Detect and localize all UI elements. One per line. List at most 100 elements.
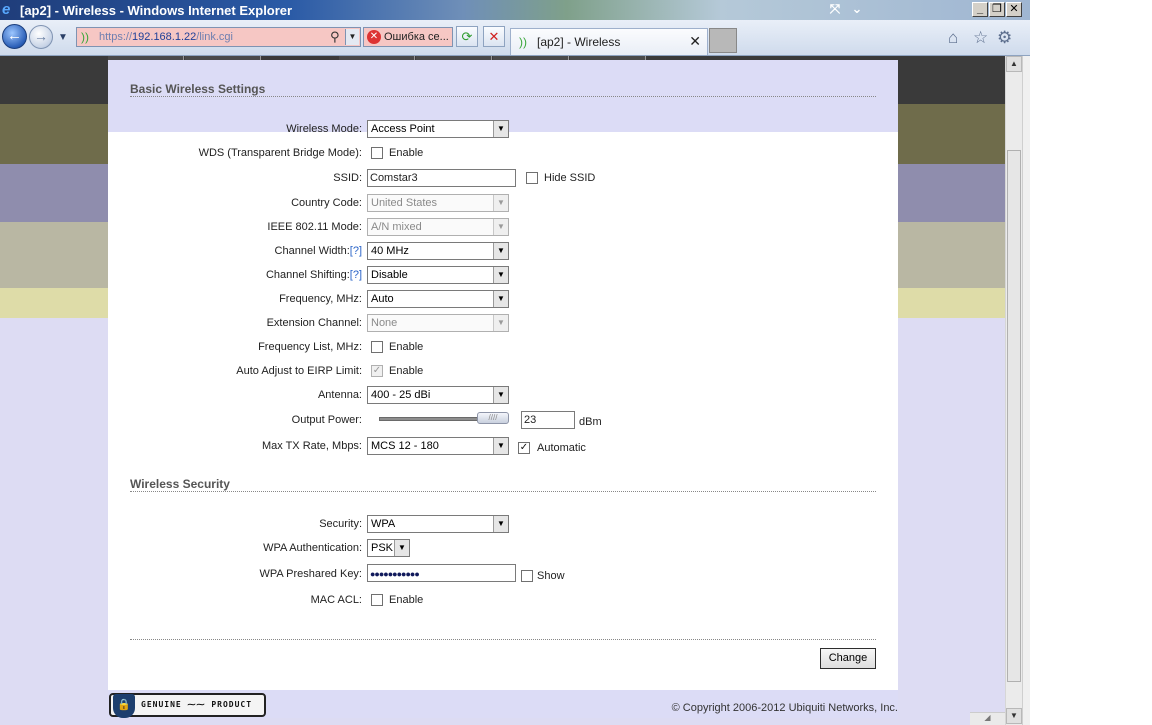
stop-button[interactable]: ✕ bbox=[483, 26, 505, 47]
wpa-authentication-select[interactable]: PSK ▼ bbox=[367, 539, 410, 557]
wds-label: WDS (Transparent Bridge Mode): bbox=[198, 147, 362, 159]
settings-panel: Basic Wireless Settings Wireless Mode: A… bbox=[108, 60, 898, 690]
minimize-button[interactable]: _ bbox=[972, 2, 988, 17]
genuine-product-badge: 🔒 GENUINE ⁓⁓ PRODUCT bbox=[109, 693, 266, 718]
window-title: [ap2] - Wireless - Windows Internet Expl… bbox=[20, 3, 293, 18]
wds-option-label: Enable bbox=[389, 147, 424, 159]
output-power-slider-handle[interactable]: //// bbox=[477, 412, 509, 424]
frequency-list-checkbox[interactable] bbox=[371, 341, 383, 353]
ieee-mode-select: A/N mixed ▼ bbox=[367, 218, 509, 236]
section-title-security: Wireless Security bbox=[130, 477, 230, 491]
chevron-down-icon: ▼ bbox=[493, 243, 508, 259]
wpa-key-input[interactable]: ●●●●●●●●●●● bbox=[367, 564, 516, 582]
hide-ssid-checkbox[interactable] bbox=[526, 172, 538, 184]
chevron-down-icon: ▼ bbox=[493, 195, 508, 211]
max-tx-rate-select[interactable]: MCS 12 - 180 ▼ bbox=[367, 437, 509, 455]
frequency-select[interactable]: Auto ▼ bbox=[367, 290, 509, 308]
wpa-authentication-label: WPA Authentication: bbox=[263, 542, 362, 554]
resize-grip-icon[interactable]: ◢ bbox=[970, 712, 1005, 725]
channel-shifting-help-link[interactable]: [?] bbox=[350, 269, 362, 281]
chevron-down-icon: ▼ bbox=[394, 540, 409, 556]
genuine-product-text: GENUINE ⁓⁓ PRODUCT bbox=[141, 700, 253, 709]
scrollbar-thumb[interactable] bbox=[1007, 150, 1021, 682]
chevron-down-icon: ▼ bbox=[493, 121, 508, 137]
recent-pages-dropdown-icon[interactable]: ▼ bbox=[58, 32, 68, 43]
copyright-text: © Copyright 2006-2012 Ubiquiti Networks,… bbox=[671, 702, 898, 714]
chevron-down-icon: ▼ bbox=[493, 438, 508, 454]
automatic-label: Automatic bbox=[537, 442, 586, 454]
ssid-input[interactable]: Comstar3 bbox=[367, 169, 516, 187]
chevron-down-icon: ▼ bbox=[493, 219, 508, 235]
gear-icon[interactable]: ⚙ bbox=[997, 28, 1012, 48]
channel-shifting-select[interactable]: Disable ▼ bbox=[367, 266, 509, 284]
extension-channel-label: Extension Channel: bbox=[266, 317, 362, 329]
max-tx-rate-label: Max TX Rate, Mbps: bbox=[261, 440, 362, 452]
country-code-label: Country Code: bbox=[291, 197, 362, 209]
channel-shifting-label: Channel Shifting:[?] bbox=[265, 269, 362, 281]
scroll-down-arrow-icon[interactable]: ▼ bbox=[1006, 708, 1022, 724]
ieee-mode-label: IEEE 802.11 Mode: bbox=[267, 221, 362, 233]
certificate-error-button[interactable]: ✕ Ошибка се... bbox=[363, 27, 453, 47]
form-divider bbox=[130, 639, 876, 640]
rss-icon: )) bbox=[81, 30, 89, 44]
mac-acl-checkbox[interactable] bbox=[371, 594, 383, 606]
window-titlebar: e [ap2] - Wireless - Windows Internet Ex… bbox=[0, 0, 1030, 20]
wds-checkbox[interactable] bbox=[371, 147, 383, 159]
address-dropdown-icon[interactable]: ▼ bbox=[345, 29, 359, 45]
chevron-down-icon: ▼ bbox=[493, 516, 508, 532]
tab-title: [ap2] - Wireless bbox=[537, 35, 621, 49]
refresh-button[interactable]: ⟳ bbox=[456, 26, 478, 47]
close-button[interactable]: ✕ bbox=[1006, 2, 1022, 17]
channel-width-select[interactable]: 40 MHz ▼ bbox=[367, 242, 509, 260]
chevron-down-icon[interactable]: ⌄ bbox=[846, 1, 868, 18]
error-icon: ✕ bbox=[367, 30, 381, 44]
extension-channel-select: None ▼ bbox=[367, 314, 509, 332]
security-select[interactable]: WPA ▼ bbox=[367, 515, 509, 533]
antenna-label: Antenna: bbox=[317, 389, 362, 401]
wpa-key-label: WPA Preshared Key: bbox=[259, 568, 362, 580]
antenna-select[interactable]: 400 - 25 dBi ▼ bbox=[367, 386, 509, 404]
chevron-down-icon: ▼ bbox=[493, 267, 508, 283]
section-divider bbox=[130, 491, 876, 492]
tab-close-icon[interactable]: ✕ bbox=[689, 33, 701, 50]
back-button[interactable]: ← bbox=[2, 24, 27, 49]
certificate-error-label: Ошибка се... bbox=[384, 31, 449, 43]
tab-ap2-wireless[interactable]: )) [ap2] - Wireless ✕ bbox=[510, 28, 708, 55]
new-tab-button[interactable] bbox=[709, 28, 737, 53]
security-label: Security: bbox=[319, 518, 362, 530]
restore-button[interactable]: ❐ bbox=[989, 2, 1005, 17]
rss-icon: )) bbox=[519, 35, 527, 49]
browser-navbar: ← → ▼ )) https://192.168.1.22/link.cgi ⚲… bbox=[0, 20, 1030, 56]
home-icon[interactable]: ⌂ bbox=[948, 28, 958, 48]
page-footer: 🔒 GENUINE ⁓⁓ PRODUCT © Copyright 2006-20… bbox=[108, 690, 898, 718]
ie-logo-icon: e bbox=[2, 1, 11, 18]
forward-button[interactable]: → bbox=[29, 25, 53, 49]
address-bar[interactable]: )) https://192.168.1.22/link.cgi ⚲ ▼ bbox=[76, 27, 361, 47]
channel-width-help-link[interactable]: [?] bbox=[350, 245, 362, 257]
wireless-mode-label: Wireless Mode: bbox=[286, 123, 362, 135]
vertical-scrollbar[interactable]: ▲ ▼ bbox=[1005, 56, 1022, 725]
page-viewport: Basic Wireless Settings Wireless Mode: A… bbox=[0, 56, 1005, 725]
favorites-star-icon[interactable]: ☆ bbox=[973, 28, 988, 48]
auto-adjust-label: Auto Adjust to EIRP Limit: bbox=[236, 365, 362, 377]
automatic-checkbox[interactable]: ✓ bbox=[518, 442, 530, 454]
frequency-label: Frequency, MHz: bbox=[279, 293, 362, 305]
change-button[interactable]: Change bbox=[820, 648, 876, 669]
search-icon[interactable]: ⚲ bbox=[330, 29, 340, 45]
wireless-mode-select[interactable]: Access Point ▼ bbox=[367, 120, 509, 138]
output-power-input[interactable]: 23 bbox=[521, 411, 575, 429]
window-right-border bbox=[1022, 56, 1030, 725]
output-power-label: Output Power: bbox=[291, 414, 362, 426]
fullscreen-icon[interactable]: ⤧ bbox=[824, 1, 846, 18]
frequency-list-option-label: Enable bbox=[389, 341, 424, 353]
hide-ssid-label: Hide SSID bbox=[544, 172, 596, 184]
lock-icon: 🔒 bbox=[113, 694, 135, 718]
scroll-up-arrow-icon[interactable]: ▲ bbox=[1006, 56, 1022, 72]
show-key-checkbox[interactable] bbox=[521, 570, 533, 582]
chevron-down-icon: ▼ bbox=[493, 315, 508, 331]
auto-adjust-checkbox: ✓ bbox=[371, 365, 383, 377]
country-code-select: United States ▼ bbox=[367, 194, 509, 212]
mac-acl-option-label: Enable bbox=[389, 594, 424, 606]
mac-acl-label: MAC ACL: bbox=[310, 594, 362, 606]
output-power-unit: dBm bbox=[579, 416, 602, 428]
